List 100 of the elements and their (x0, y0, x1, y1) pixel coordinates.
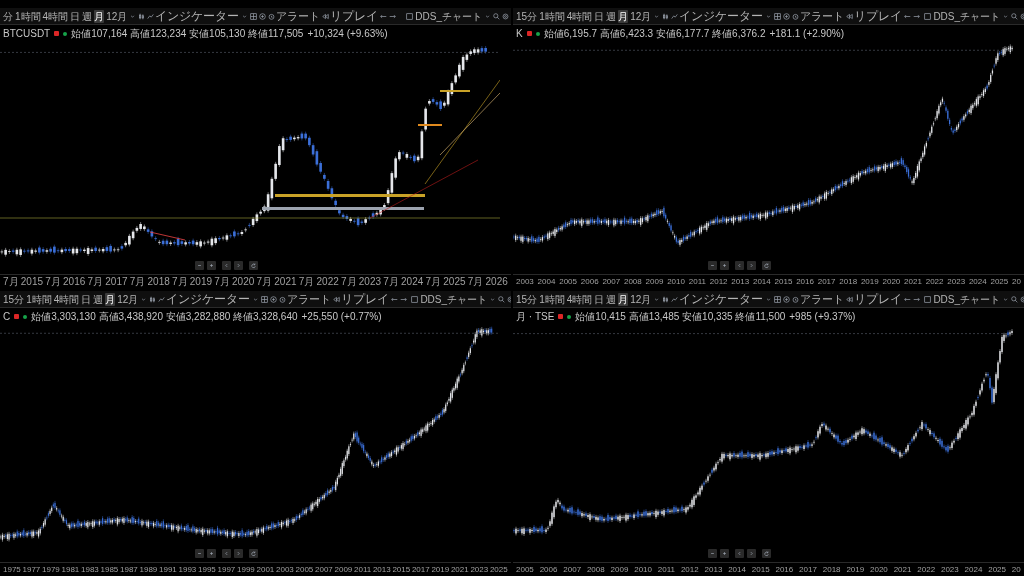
interval-button[interactable]: 15分 (516, 9, 538, 23)
interval-button[interactable]: 4時間 (566, 9, 593, 23)
axis-label: 7月 (3, 275, 19, 288)
axis-label: 2005 (516, 563, 534, 576)
axis-label: 7月 (129, 275, 146, 288)
axis-label: 2018 (147, 275, 170, 288)
interval-button[interactable]: 12月 (630, 292, 652, 306)
axis-label: 2016 (63, 275, 86, 288)
axis-label: 2022 (316, 275, 339, 288)
axis-label: 2021 (274, 275, 297, 288)
interval-button[interactable]: 月 (105, 292, 116, 306)
interval-button[interactable]: 12月 (117, 292, 139, 306)
indicator-button[interactable]: インジケーター (147, 7, 240, 25)
axis-label: 2011 (354, 563, 372, 576)
symbol-label: C (3, 310, 11, 324)
axis-label: 2014 (728, 563, 746, 576)
axis-label: 7月 (341, 275, 357, 288)
axis-label: 1981 (61, 563, 80, 576)
symbol-label: 月 · TSE (516, 310, 555, 324)
layout-name-button[interactable]: DDS_チャート (933, 9, 1001, 23)
axis-label: 7月 (298, 275, 315, 288)
layout-name-button[interactable]: DDS_チャート (420, 292, 488, 306)
axis-label: 2017 (799, 563, 817, 576)
axis-label: 1987 (120, 563, 138, 576)
indicator-button[interactable]: インジケーター (671, 290, 764, 308)
axis-label: 2003 (516, 275, 534, 288)
layout-name-button[interactable]: DDS_チャート (933, 292, 1001, 306)
axis-label: 2001 (256, 563, 275, 576)
axis-label: 2023 (470, 563, 489, 576)
axis-label: 1985 (100, 563, 119, 576)
alert-button[interactable]: アラート (268, 7, 321, 25)
axis-label: 7月 (383, 275, 399, 288)
axis-label: 2018 (822, 563, 841, 576)
interval-button[interactable]: 15分 (516, 292, 538, 306)
axis-label: 2014 (752, 275, 771, 288)
axis-label: 2015 (751, 563, 770, 576)
interval-button[interactable]: 週 (606, 9, 617, 23)
interval-button[interactable]: 1時間 (26, 292, 52, 306)
axis-label: 1993 (178, 563, 197, 576)
ohlc-values: 始値107,164 高値123,234 安値105,130 終値117,505 (71, 27, 304, 41)
axis-label: 1977 (22, 563, 41, 576)
axis-label: 2013 (731, 275, 750, 288)
interval-button[interactable]: 15分 (3, 292, 25, 306)
interval-button[interactable]: 週 (606, 292, 617, 306)
interval-button[interactable]: 4時間 (566, 292, 593, 306)
axis-label: 2021 (904, 275, 922, 288)
interval-button[interactable]: 日 (70, 9, 81, 23)
alert-button[interactable]: アラート (792, 290, 845, 308)
replay-button[interactable]: リプレイ (846, 7, 903, 25)
interval-button[interactable]: 1時間 (539, 292, 565, 306)
axis-label: 7月 (214, 275, 230, 288)
axis-label: 2025 (489, 563, 508, 576)
replay-button[interactable]: リプレイ (846, 290, 903, 308)
indicator-button[interactable]: インジケーター (671, 7, 764, 25)
interval-button[interactable]: 4時間 (42, 9, 69, 23)
change-value: +181.1 (+2.90%) (769, 27, 844, 41)
axis-label: 2017 (105, 275, 128, 288)
interval-button[interactable]: 1時間 (15, 9, 41, 23)
layout-name-button[interactable]: DDS_チャート (415, 9, 482, 23)
interval-button[interactable]: 月 (618, 9, 629, 23)
axis-label: 1991 (159, 563, 177, 576)
axis-label: 2017 (411, 563, 430, 576)
interval-button[interactable]: 分 (3, 9, 13, 23)
interval-button[interactable]: 月 (94, 9, 105, 23)
axis-label: 2022 (925, 275, 944, 288)
axis-label: 2009 (334, 563, 353, 576)
axis-label: 2012 (680, 563, 699, 576)
interval-button[interactable]: 日 (594, 292, 605, 306)
axis-label: 2004 (537, 275, 556, 288)
axis-label: 1999 (237, 563, 255, 576)
axis-label: 2019 (846, 563, 865, 576)
indicator-button[interactable]: インジケーター (158, 290, 251, 308)
change-value: +25,550 (+0.77%) (301, 310, 382, 324)
axis-label: 1975 (3, 563, 21, 576)
axis-label: 7月 (172, 275, 188, 288)
axis-label: 2016 (796, 275, 814, 288)
axis-label: 2011 (688, 275, 706, 288)
interval-button[interactable]: 12月 (106, 9, 128, 23)
interval-button[interactable]: 日 (594, 9, 605, 23)
axis-label: 2006 (580, 275, 599, 288)
ohlc-values: 始値10,415 高値13,485 安値10,335 終値11,500 (575, 310, 786, 324)
alert-button[interactable]: アラート (792, 7, 845, 25)
axis-label: 2016 (775, 563, 794, 576)
axis-label: 2022 (917, 563, 936, 576)
interval-button[interactable]: 1時間 (539, 9, 565, 23)
interval-button[interactable]: 12月 (630, 9, 652, 23)
interval-button[interactable]: 週 (93, 292, 104, 306)
replay-button[interactable]: リプレイ (333, 290, 390, 308)
axis-label: 2023 (940, 563, 959, 576)
axis-label: 7月 (45, 275, 61, 288)
axis-label: 1979 (42, 563, 60, 576)
interval-button[interactable]: 4時間 (53, 292, 80, 306)
interval-button[interactable]: 日 (81, 292, 92, 306)
axis-label: 1989 (139, 563, 158, 576)
axis-label: 1995 (198, 563, 216, 576)
replay-button[interactable]: リプレイ (322, 7, 379, 25)
alert-button[interactable]: アラート (279, 290, 332, 308)
interval-button[interactable]: 週 (82, 9, 93, 23)
axis-label: 7月 (425, 275, 442, 288)
interval-button[interactable]: 月 (618, 292, 629, 306)
